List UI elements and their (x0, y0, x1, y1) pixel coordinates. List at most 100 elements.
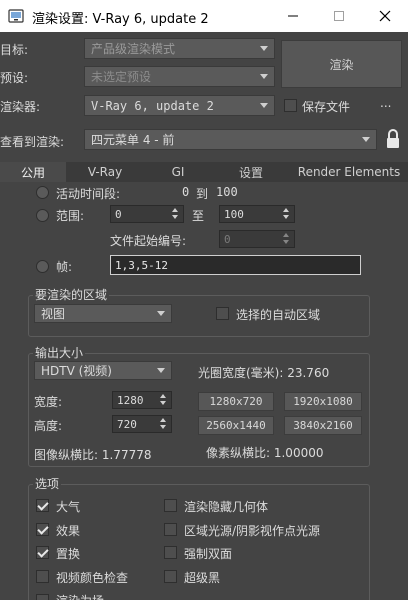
minimize-button[interactable] (270, 0, 316, 32)
output-preset-dropdown[interactable]: HDTV (视频) (34, 361, 172, 380)
chevron-down-icon (157, 311, 165, 316)
range-end-value: 100 (224, 207, 244, 221)
auto-region-checkbox[interactable] (216, 307, 229, 320)
force-2sided-checkbox[interactable] (164, 546, 177, 559)
area-dropdown[interactable]: 视图 (34, 304, 172, 323)
file-number-spinner[interactable]: 0 (219, 230, 295, 248)
size-1920x1080-button[interactable]: 1920x1080 (284, 392, 362, 411)
maximize-icon (334, 11, 344, 21)
minimize-icon (288, 15, 298, 17)
renderer-dropdown[interactable]: V-Ray 6, update 2 (84, 95, 275, 116)
pixel-aspect-label: 像素纵横比: 1.00000 (206, 446, 324, 460)
target-value: 产品级渲染模式 (91, 42, 176, 56)
maximize-button[interactable] (316, 0, 362, 32)
active-time-radio[interactable] (36, 186, 49, 199)
range-radio[interactable] (36, 209, 49, 222)
chevron-down-icon (157, 368, 165, 373)
renderer-label: 渲染器: (0, 100, 41, 114)
width-label: 宽度: (34, 395, 63, 409)
tab-vray[interactable]: V-Ray (66, 162, 144, 182)
chevron-down-icon (260, 74, 268, 79)
range-start-spinner[interactable]: 0 (110, 205, 184, 223)
displacement-checkbox[interactable] (36, 546, 49, 559)
height-label: 高度: (34, 419, 63, 433)
height-value: 720 (117, 417, 137, 431)
common-panel: 活动时间段: 0 到 100 范围: 0 至 100 文件起始编号: 0 帧: … (0, 182, 408, 600)
force-2sided-label: 强制双面 (184, 547, 233, 561)
area-lights-checkbox[interactable] (164, 523, 177, 536)
chevron-down-icon (260, 46, 268, 51)
video-color-check-label: 视频颜色检查 (56, 571, 129, 585)
area-value: 视图 (41, 307, 66, 321)
render-hidden-checkbox[interactable] (164, 499, 177, 512)
range-label: 范围: (56, 209, 85, 223)
size-1280x720-button[interactable]: 1280x720 (198, 392, 274, 411)
super-black-checkbox[interactable] (164, 570, 177, 583)
range-start-value: 0 (115, 207, 122, 221)
close-button[interactable] (362, 0, 408, 32)
target-label: 目标: (0, 43, 29, 57)
size-2560x1440-button[interactable]: 2560x1440 (198, 416, 274, 435)
spinner-arrows-icon[interactable] (160, 418, 168, 430)
effects-label: 效果 (56, 524, 81, 538)
spinner-arrows-icon[interactable] (160, 394, 168, 406)
output-preset-value: HDTV (视频) (41, 364, 112, 378)
file-number-label: 文件起始编号: (110, 234, 187, 248)
render-hidden-label: 渲染隐藏几何体 (184, 500, 269, 514)
chevron-down-icon (362, 137, 370, 142)
image-aspect-label: 图像纵横比: 1.77778 (34, 448, 152, 462)
tab-settings[interactable]: 设置 (212, 162, 290, 182)
target-dropdown[interactable]: 产品级渲染模式 (84, 38, 275, 59)
height-spinner[interactable]: 720 (112, 415, 172, 433)
close-icon (379, 10, 391, 22)
spinner-arrows-icon[interactable] (172, 208, 180, 220)
spinner-arrows-icon[interactable] (283, 233, 291, 245)
width-spinner[interactable]: 1280 (112, 391, 172, 409)
render-to-fields-checkbox[interactable] (36, 594, 49, 600)
file-number-value: 0 (224, 232, 231, 246)
view-to-render-dropdown[interactable]: 四元菜单 4 - 前 (84, 129, 377, 150)
output-size-group-label: 输出大小 (33, 344, 86, 361)
view-to-render-value: 四元菜单 4 - 前 (91, 133, 175, 147)
active-time-to-word: 到 (196, 187, 209, 201)
chevron-down-icon (260, 103, 268, 108)
width-value: 1280 (117, 393, 144, 407)
atmospherics-checkbox[interactable] (36, 499, 49, 512)
displacement-label: 置换 (56, 547, 81, 561)
tab-render-elements[interactable]: Render Elements (290, 162, 408, 182)
app-icon (8, 9, 24, 23)
spinner-arrows-icon[interactable] (283, 208, 291, 220)
aperture-width-label: 光圈宽度(毫米): 23.760 (198, 366, 330, 380)
frames-radio[interactable] (36, 260, 49, 273)
preset-label: 预设: (0, 71, 29, 85)
range-end-spinner[interactable]: 100 (219, 205, 295, 223)
renderer-value: V-Ray 6, update 2 (91, 98, 214, 113)
auto-region-label: 选择的自动区域 (236, 308, 321, 322)
area-group-label: 要渲染的区域 (33, 286, 110, 303)
active-time-to: 100 (216, 185, 238, 199)
render-to-fields-label: 渲染为场 (56, 592, 104, 600)
preset-dropdown[interactable]: 未选定预设 (84, 66, 275, 87)
video-color-check-checkbox[interactable] (36, 570, 49, 583)
view-to-render-label: 查看到渲染: (0, 135, 65, 149)
tab-bar: 公用 V-Ray GI 设置 Render Elements (0, 162, 408, 182)
render-button[interactable]: 渲染 (281, 40, 402, 88)
preset-value: 未选定预设 (91, 70, 152, 84)
frames-input[interactable]: 1,3,5-12 (110, 255, 361, 275)
super-black-label: 超级黑 (184, 571, 221, 585)
atmospherics-label: 大气 (56, 500, 81, 514)
lock-icon[interactable] (385, 128, 401, 150)
frames-label: 帧: (56, 260, 73, 274)
options-group-label: 选项 (33, 475, 62, 492)
more-options-button[interactable]: ... (380, 96, 391, 110)
active-time-from: 0 (182, 185, 190, 199)
tab-gi[interactable]: GI (144, 162, 212, 182)
window-title: 渲染设置: V-Ray 6, update 2 (32, 12, 209, 27)
effects-checkbox[interactable] (36, 523, 49, 536)
save-file-checkbox[interactable] (284, 99, 297, 112)
area-lights-label: 区域光源/阴影视作点光源 (184, 524, 321, 538)
save-file-label: 保存文件 (302, 100, 351, 114)
tab-common[interactable]: 公用 (0, 162, 66, 182)
size-3840x2160-button[interactable]: 3840x2160 (284, 416, 362, 435)
range-to-word: 至 (192, 209, 205, 223)
